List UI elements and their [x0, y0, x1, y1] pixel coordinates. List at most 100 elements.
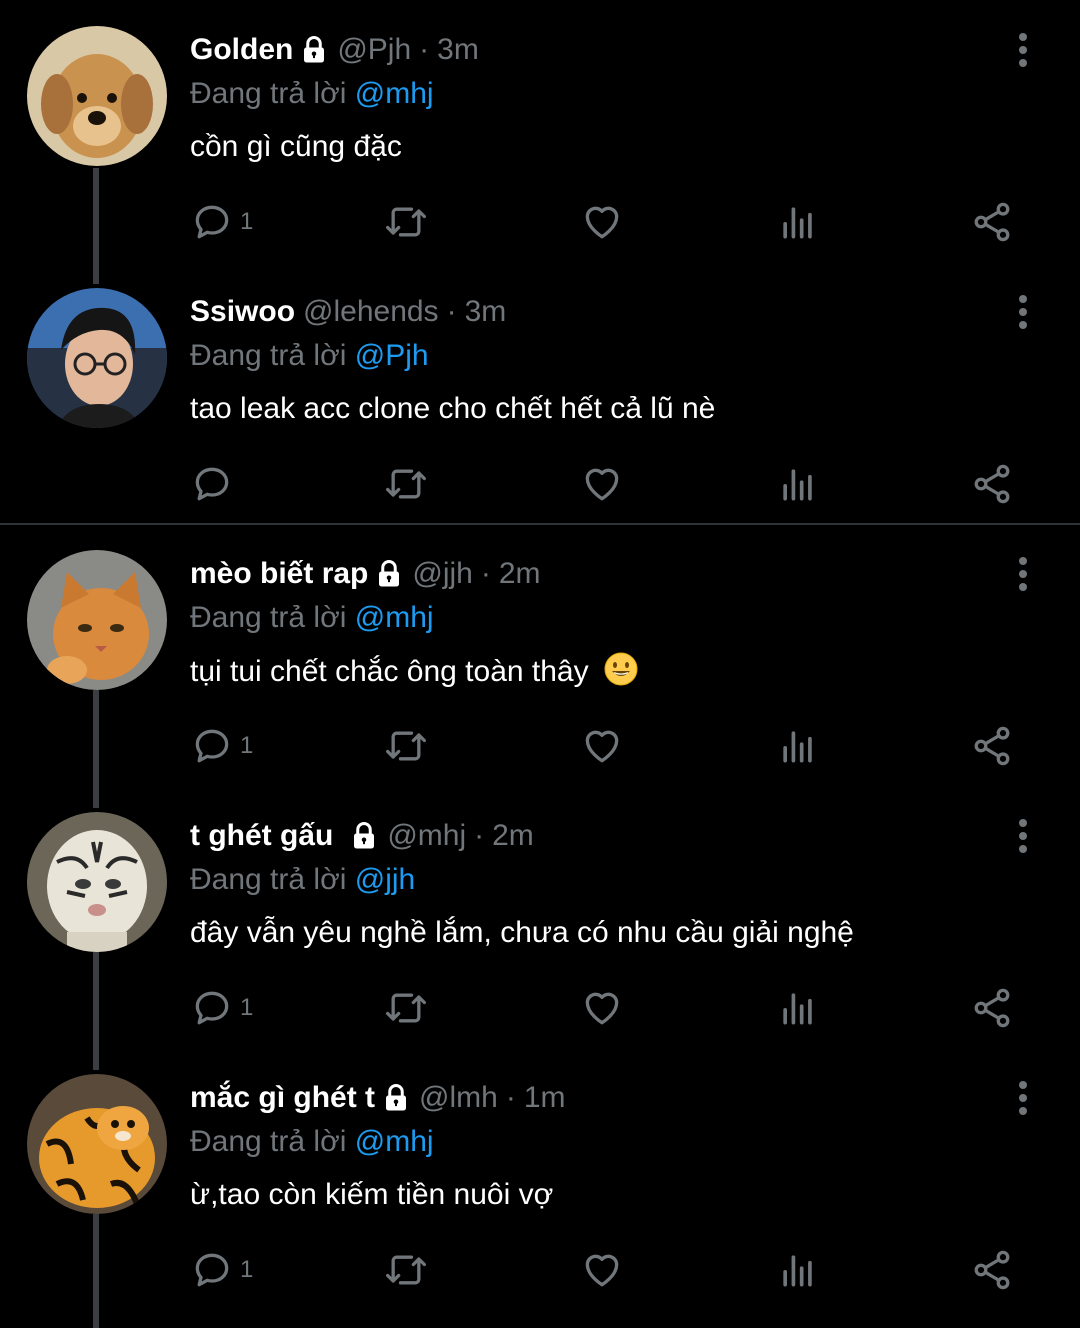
action-bar: 1 [0, 1224, 1080, 1314]
share-icon [974, 202, 1010, 242]
replying-label: Đang trả lời [190, 863, 347, 896]
reply-icon [195, 467, 229, 501]
mention-link[interactable]: @mhj [355, 601, 434, 634]
grinning-face-emoji-icon [603, 651, 639, 687]
separator-dot: · [474, 819, 485, 852]
reply-icon [195, 991, 229, 1025]
mention-link[interactable]: @Pjh [355, 339, 429, 372]
share-button[interactable] [970, 1248, 1014, 1292]
reply-icon [195, 729, 229, 763]
retweet-button[interactable] [384, 986, 428, 1030]
tweet-header: mèo biết rap @jjh · 2m [190, 554, 541, 594]
replying-to: Đang trả lời @Pjh [190, 336, 429, 376]
more-icon[interactable] [1008, 816, 1038, 856]
user-handle[interactable]: @mhj [387, 816, 466, 856]
timestamp[interactable]: 3m [465, 292, 507, 332]
avatar[interactable] [27, 1074, 167, 1214]
replying-to: Đang trả lời @mhj [190, 1122, 434, 1162]
reply-icon [195, 1253, 229, 1287]
views-button[interactable] [776, 986, 820, 1030]
action-bar [0, 438, 1080, 528]
timestamp[interactable]: 1m [524, 1078, 566, 1118]
share-icon [974, 1250, 1010, 1290]
tweet-text: đây vẫn yêu nghề lắm, chưa có nhu cầu gi… [190, 916, 854, 949]
reply-button[interactable]: 1 [190, 1248, 253, 1292]
tweet[interactable]: Golden @Pjh · 3m Đang trả lời @mhj cồn g… [0, 0, 1080, 262]
mention-link[interactable]: @mhj [355, 77, 434, 110]
more-icon[interactable] [1008, 30, 1038, 70]
avatar[interactable] [27, 26, 167, 166]
display-name[interactable]: t ghét gấu [190, 816, 333, 856]
heart-icon [585, 730, 619, 763]
views-button[interactable] [776, 462, 820, 506]
mention-link[interactable]: @mhj [355, 1125, 434, 1158]
views-button[interactable] [776, 724, 820, 768]
action-bar: 1 [0, 962, 1080, 1052]
share-button[interactable] [970, 200, 1014, 244]
user-handle[interactable]: @jjh [412, 554, 472, 594]
retweet-button[interactable] [384, 1248, 428, 1292]
user-handle[interactable]: @lmh [419, 1078, 498, 1118]
reply-button[interactable]: 1 [190, 200, 253, 244]
share-button[interactable] [970, 986, 1014, 1030]
views-icon [783, 1255, 812, 1287]
replying-to: Đang trả lời @jjh [190, 860, 415, 900]
share-button[interactable] [970, 462, 1014, 506]
reply-button[interactable]: 1 [190, 986, 253, 1030]
user-handle[interactable]: @Pjh [337, 30, 411, 70]
like-button[interactable] [580, 462, 624, 506]
heart-icon [585, 206, 619, 239]
user-handle[interactable]: @lehends [303, 292, 439, 332]
reply-button[interactable] [190, 462, 240, 506]
tweet-text: tao leak acc clone cho chết hết cả lũ nè [190, 392, 716, 425]
views-icon [783, 731, 812, 763]
timestamp[interactable]: 2m [499, 554, 541, 594]
separator-dot: · [446, 295, 457, 328]
mention-link[interactable]: @jjh [355, 863, 415, 896]
display-name[interactable]: Ssiwoo [190, 292, 295, 332]
action-bar: 1 [0, 700, 1080, 790]
replying-label: Đang trả lời [190, 339, 347, 372]
views-button[interactable] [776, 1248, 820, 1292]
timestamp[interactable]: 3m [437, 30, 479, 70]
tweet[interactable]: t ghét gấu @mhj · 2m Đang trả lời @jjh đ… [0, 786, 1080, 1048]
retweet-button[interactable] [384, 200, 428, 244]
share-icon [974, 726, 1010, 766]
retweet-icon [386, 1255, 426, 1285]
more-icon[interactable] [1008, 554, 1038, 594]
display-name[interactable]: mắc gì ghét t [190, 1078, 375, 1118]
lock-icon [349, 821, 379, 851]
tweet-header: mắc gì ghét t @lmh · 1m [190, 1078, 566, 1118]
display-name[interactable]: mèo biết rap [190, 554, 368, 594]
tweet[interactable]: mắc gì ghét t @lmh · 1m Đang trả lời @mh… [0, 1048, 1080, 1328]
like-button[interactable] [580, 986, 624, 1030]
retweet-button[interactable] [384, 462, 428, 506]
like-button[interactable] [580, 200, 624, 244]
tweet-text: tụi tui chết chắc ông toàn thây [190, 655, 589, 688]
like-button[interactable] [580, 1248, 624, 1292]
avatar[interactable] [27, 550, 167, 690]
timestamp[interactable]: 2m [492, 816, 534, 856]
replying-to: Đang trả lời @mhj [190, 598, 434, 638]
display-name[interactable]: Golden [190, 30, 293, 70]
like-button[interactable] [580, 724, 624, 768]
avatar[interactable] [27, 812, 167, 952]
more-icon[interactable] [1008, 1078, 1038, 1118]
retweet-button[interactable] [384, 724, 428, 768]
tweet-text-container: tụi tui chết chắc ông toàn thây [190, 651, 639, 692]
replying-label: Đang trả lời [190, 601, 347, 634]
replying-label: Đang trả lời [190, 1125, 347, 1158]
more-icon[interactable] [1008, 292, 1038, 332]
replying-to: Đang trả lời @mhj [190, 74, 434, 114]
views-icon [783, 469, 812, 501]
share-icon [974, 464, 1010, 504]
share-icon [974, 988, 1010, 1028]
tweet[interactable]: Ssiwoo @lehends · 3m Đang trả lời @Pjh t… [0, 262, 1080, 524]
tweet[interactable]: mèo biết rap @jjh · 2m Đang trả lời @mhj… [0, 524, 1080, 786]
views-button[interactable] [776, 200, 820, 244]
reply-button[interactable]: 1 [190, 724, 253, 768]
share-button[interactable] [970, 724, 1014, 768]
reply-icon [195, 205, 229, 239]
avatar[interactable] [27, 288, 167, 428]
lock-icon [381, 1083, 411, 1113]
